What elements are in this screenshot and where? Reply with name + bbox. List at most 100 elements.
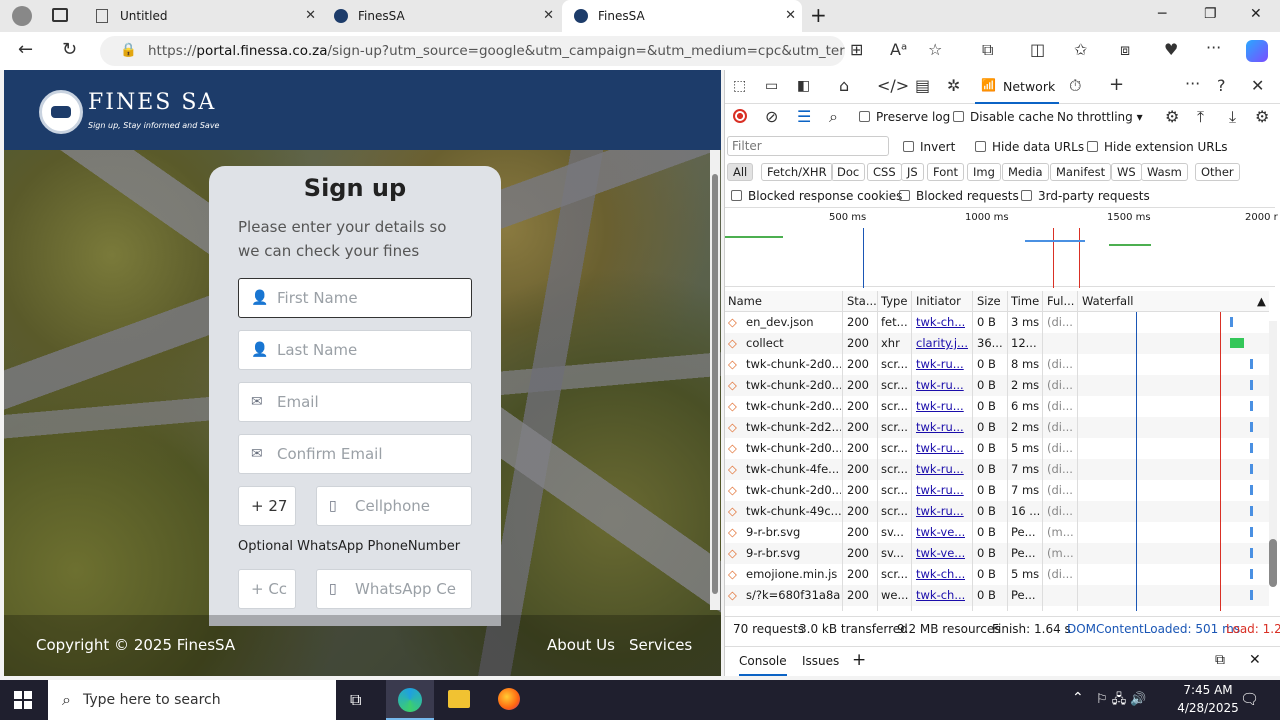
inspect-icon[interactable]: ⬚	[733, 78, 746, 94]
table-row[interactable]: ◇ twk-chunk-4fe... 200 scr... twk-ru... 0 B 7 …	[725, 459, 1269, 480]
cell-initiator[interactable]: twk-ve...	[916, 525, 965, 539]
devtools-menu-icon[interactable]: ···	[1185, 74, 1200, 93]
table-row[interactable]: ◇ twk-chunk-2d0... 200 scr... twk-ru... 0 B 5 …	[725, 438, 1269, 459]
type-filter-font[interactable]: Font	[927, 163, 965, 181]
about-us-link[interactable]: About Us	[547, 636, 615, 654]
table-row[interactable]: ◇ twk-chunk-2d0... 200 scr... twk-ru... 0 B 2 …	[725, 375, 1269, 396]
console-icon[interactable]: ▤	[915, 76, 930, 95]
split-screen-icon[interactable]: ◫	[1030, 40, 1045, 59]
page-scrollbar[interactable]	[710, 150, 720, 610]
type-filter-doc[interactable]: Doc	[831, 163, 866, 181]
preserve-log-checkbox[interactable]: Preserve log	[859, 110, 950, 124]
table-row[interactable]: ◇ s/?k=680f31a8a... 200 we... twk-ch... 0 B Pe…	[725, 585, 1269, 606]
notifications-icon[interactable]: 🗨	[1240, 690, 1259, 708]
filter-input[interactable]: Filter	[727, 136, 889, 156]
table-row[interactable]: ◇ 9-r-br.svg 200 sv... twk-ve... 0 B Pe... (m..…	[725, 543, 1269, 564]
type-filter-wasm[interactable]: Wasm	[1141, 163, 1188, 181]
more-icon[interactable]: ···	[1206, 38, 1221, 57]
col-time[interactable]: Time	[1011, 294, 1039, 308]
country-code-field[interactable]: + 27	[238, 486, 296, 526]
tab-untitled[interactable]: Untitled ✕	[84, 0, 322, 32]
type-filter-ws[interactable]: WS	[1111, 163, 1142, 181]
cell-initiator[interactable]: twk-ru...	[916, 441, 964, 455]
tab-actions-icon[interactable]	[52, 8, 68, 22]
table-row[interactable]: ◇ twk-chunk-2d0... 200 scr... twk-ru... 0 B 6 …	[725, 396, 1269, 417]
table-row[interactable]: ◇ twk-chunk-2d0... 200 scr... twk-ru... 0 B 7 …	[725, 480, 1269, 501]
new-tab-icon[interactable]: +	[810, 3, 827, 27]
tray-chevron-icon[interactable]: ⌃	[1072, 690, 1084, 706]
cell-initiator[interactable]: twk-ru...	[916, 462, 964, 476]
table-row[interactable]: ◇ collect 200 xhr clarity.j... 36... 12...	[725, 333, 1269, 354]
restore-icon[interactable]: ❐	[1204, 6, 1217, 22]
sources-icon[interactable]: ✲	[947, 76, 960, 95]
tab-finessa-active[interactable]: FinesSA ✕	[562, 0, 802, 32]
cell-initiator[interactable]: twk-ru...	[916, 357, 964, 371]
throttling-select[interactable]: No throttling ▾	[1057, 110, 1143, 124]
whatsapp-field[interactable]: ▯ WhatsApp Ce	[316, 569, 472, 609]
window-close-icon[interactable]: ✕	[1250, 6, 1262, 22]
close-icon[interactable]: ✕	[543, 8, 554, 23]
close-drawer-icon[interactable]: ✕	[1249, 652, 1261, 668]
device-icon[interactable]: ▭	[765, 78, 778, 94]
third-party-checkbox[interactable]: 3rd-party requests	[1021, 189, 1150, 203]
table-row[interactable]: ◇ twk-chunk-2d0... 200 scr... twk-ru... 0 B 8 …	[725, 354, 1269, 375]
cell-initiator[interactable]: twk-ru...	[916, 504, 964, 518]
col-name[interactable]: Name	[728, 294, 762, 308]
hide-extension-urls-checkbox[interactable]: Hide extension URLs	[1087, 140, 1228, 154]
cell-initiator[interactable]: twk-ve...	[916, 546, 965, 560]
services-link[interactable]: Services	[629, 636, 692, 654]
record-icon[interactable]	[733, 109, 747, 123]
whatsapp-code-field[interactable]: + Cc	[238, 569, 296, 609]
profile-icon[interactable]	[12, 6, 32, 26]
type-filter-manifest[interactable]: Manifest	[1050, 163, 1112, 181]
type-filter-other[interactable]: Other	[1195, 163, 1240, 181]
favorites-icon[interactable]: ✩	[1074, 40, 1087, 59]
close-icon[interactable]: ✕	[305, 8, 316, 23]
taskbar-search-box[interactable]: ⌕ Type here to search	[48, 680, 336, 720]
table-row[interactable]: ◇ 9-r-br.svg 200 sv... twk-ve... 0 B Pe... (m..…	[725, 522, 1269, 543]
help-icon[interactable]: ?	[1217, 76, 1226, 95]
col-initiator[interactable]: Initiator	[916, 294, 961, 308]
type-filter-img[interactable]: Img	[967, 163, 1001, 181]
cell-initiator[interactable]: twk-ru...	[916, 378, 964, 392]
clock-date[interactable]: 4/28/2025	[1168, 701, 1248, 715]
last-name-field[interactable]: 👤 Last Name	[238, 330, 472, 370]
tab-finessa-1[interactable]: FinesSA ✕	[322, 0, 560, 32]
col-size[interactable]: Size	[977, 294, 1001, 308]
cell-initiator[interactable]: twk-ru...	[916, 483, 964, 497]
performance-tab-icon[interactable]: ⏱	[1069, 76, 1081, 96]
search-icon[interactable]: ⌕	[829, 107, 838, 127]
hide-data-urls-checkbox[interactable]: Hide data URLs	[975, 140, 1084, 154]
extensions-icon[interactable]: ⧉	[982, 40, 993, 60]
minimize-icon[interactable]: ─	[1158, 6, 1166, 22]
export-icon[interactable]: ⤓	[1229, 107, 1236, 127]
cell-initiator[interactable]: twk-ru...	[916, 420, 964, 434]
issues-drawer-tab[interactable]: Issues	[802, 654, 839, 668]
type-filter-media[interactable]: Media	[1002, 163, 1049, 181]
welcome-icon[interactable]: ⌂	[839, 76, 849, 95]
add-drawer-tab-icon[interactable]: +	[852, 650, 866, 670]
elements-icon[interactable]: </>	[877, 76, 909, 95]
cell-initiator[interactable]: twk-ru...	[916, 399, 964, 413]
col-type[interactable]: Type	[881, 294, 907, 308]
cell-initiator[interactable]: twk-ch...	[916, 588, 965, 602]
invert-checkbox[interactable]: Invert	[903, 140, 955, 154]
overview-timeline[interactable]: 500 ms 1000 ms 1500 ms 2000 r	[725, 207, 1278, 288]
table-scrollbar[interactable]	[1269, 321, 1277, 587]
console-drawer-tab[interactable]: Console	[739, 654, 787, 676]
refresh-icon[interactable]: ↻	[62, 39, 77, 60]
clock-time[interactable]: 7:45 AM	[1168, 683, 1248, 697]
table-row[interactable]: ◇ twk-chunk-49c... 200 scr... twk-ru... 0 B 16…	[725, 501, 1269, 522]
email-field[interactable]: ✉ Email	[238, 382, 472, 422]
task-view-icon[interactable]: ⧉	[350, 690, 361, 710]
col-fulfilled[interactable]: Ful...	[1047, 294, 1074, 308]
blocked-cookies-checkbox[interactable]: Blocked response cookies	[731, 189, 902, 203]
disable-cache-checkbox[interactable]: Disable cache	[953, 110, 1054, 124]
dock-icon[interactable]: ◧	[797, 78, 810, 94]
type-filter-fetch[interactable]: Fetch/XHR	[761, 163, 833, 181]
col-status[interactable]: Sta...	[847, 294, 877, 308]
cell-initiator[interactable]: twk-ch...	[916, 567, 965, 581]
import-icon[interactable]: ⤒	[1197, 107, 1204, 127]
windows-start-icon[interactable]	[14, 691, 32, 709]
filter-icon[interactable]: ☰	[797, 107, 811, 126]
